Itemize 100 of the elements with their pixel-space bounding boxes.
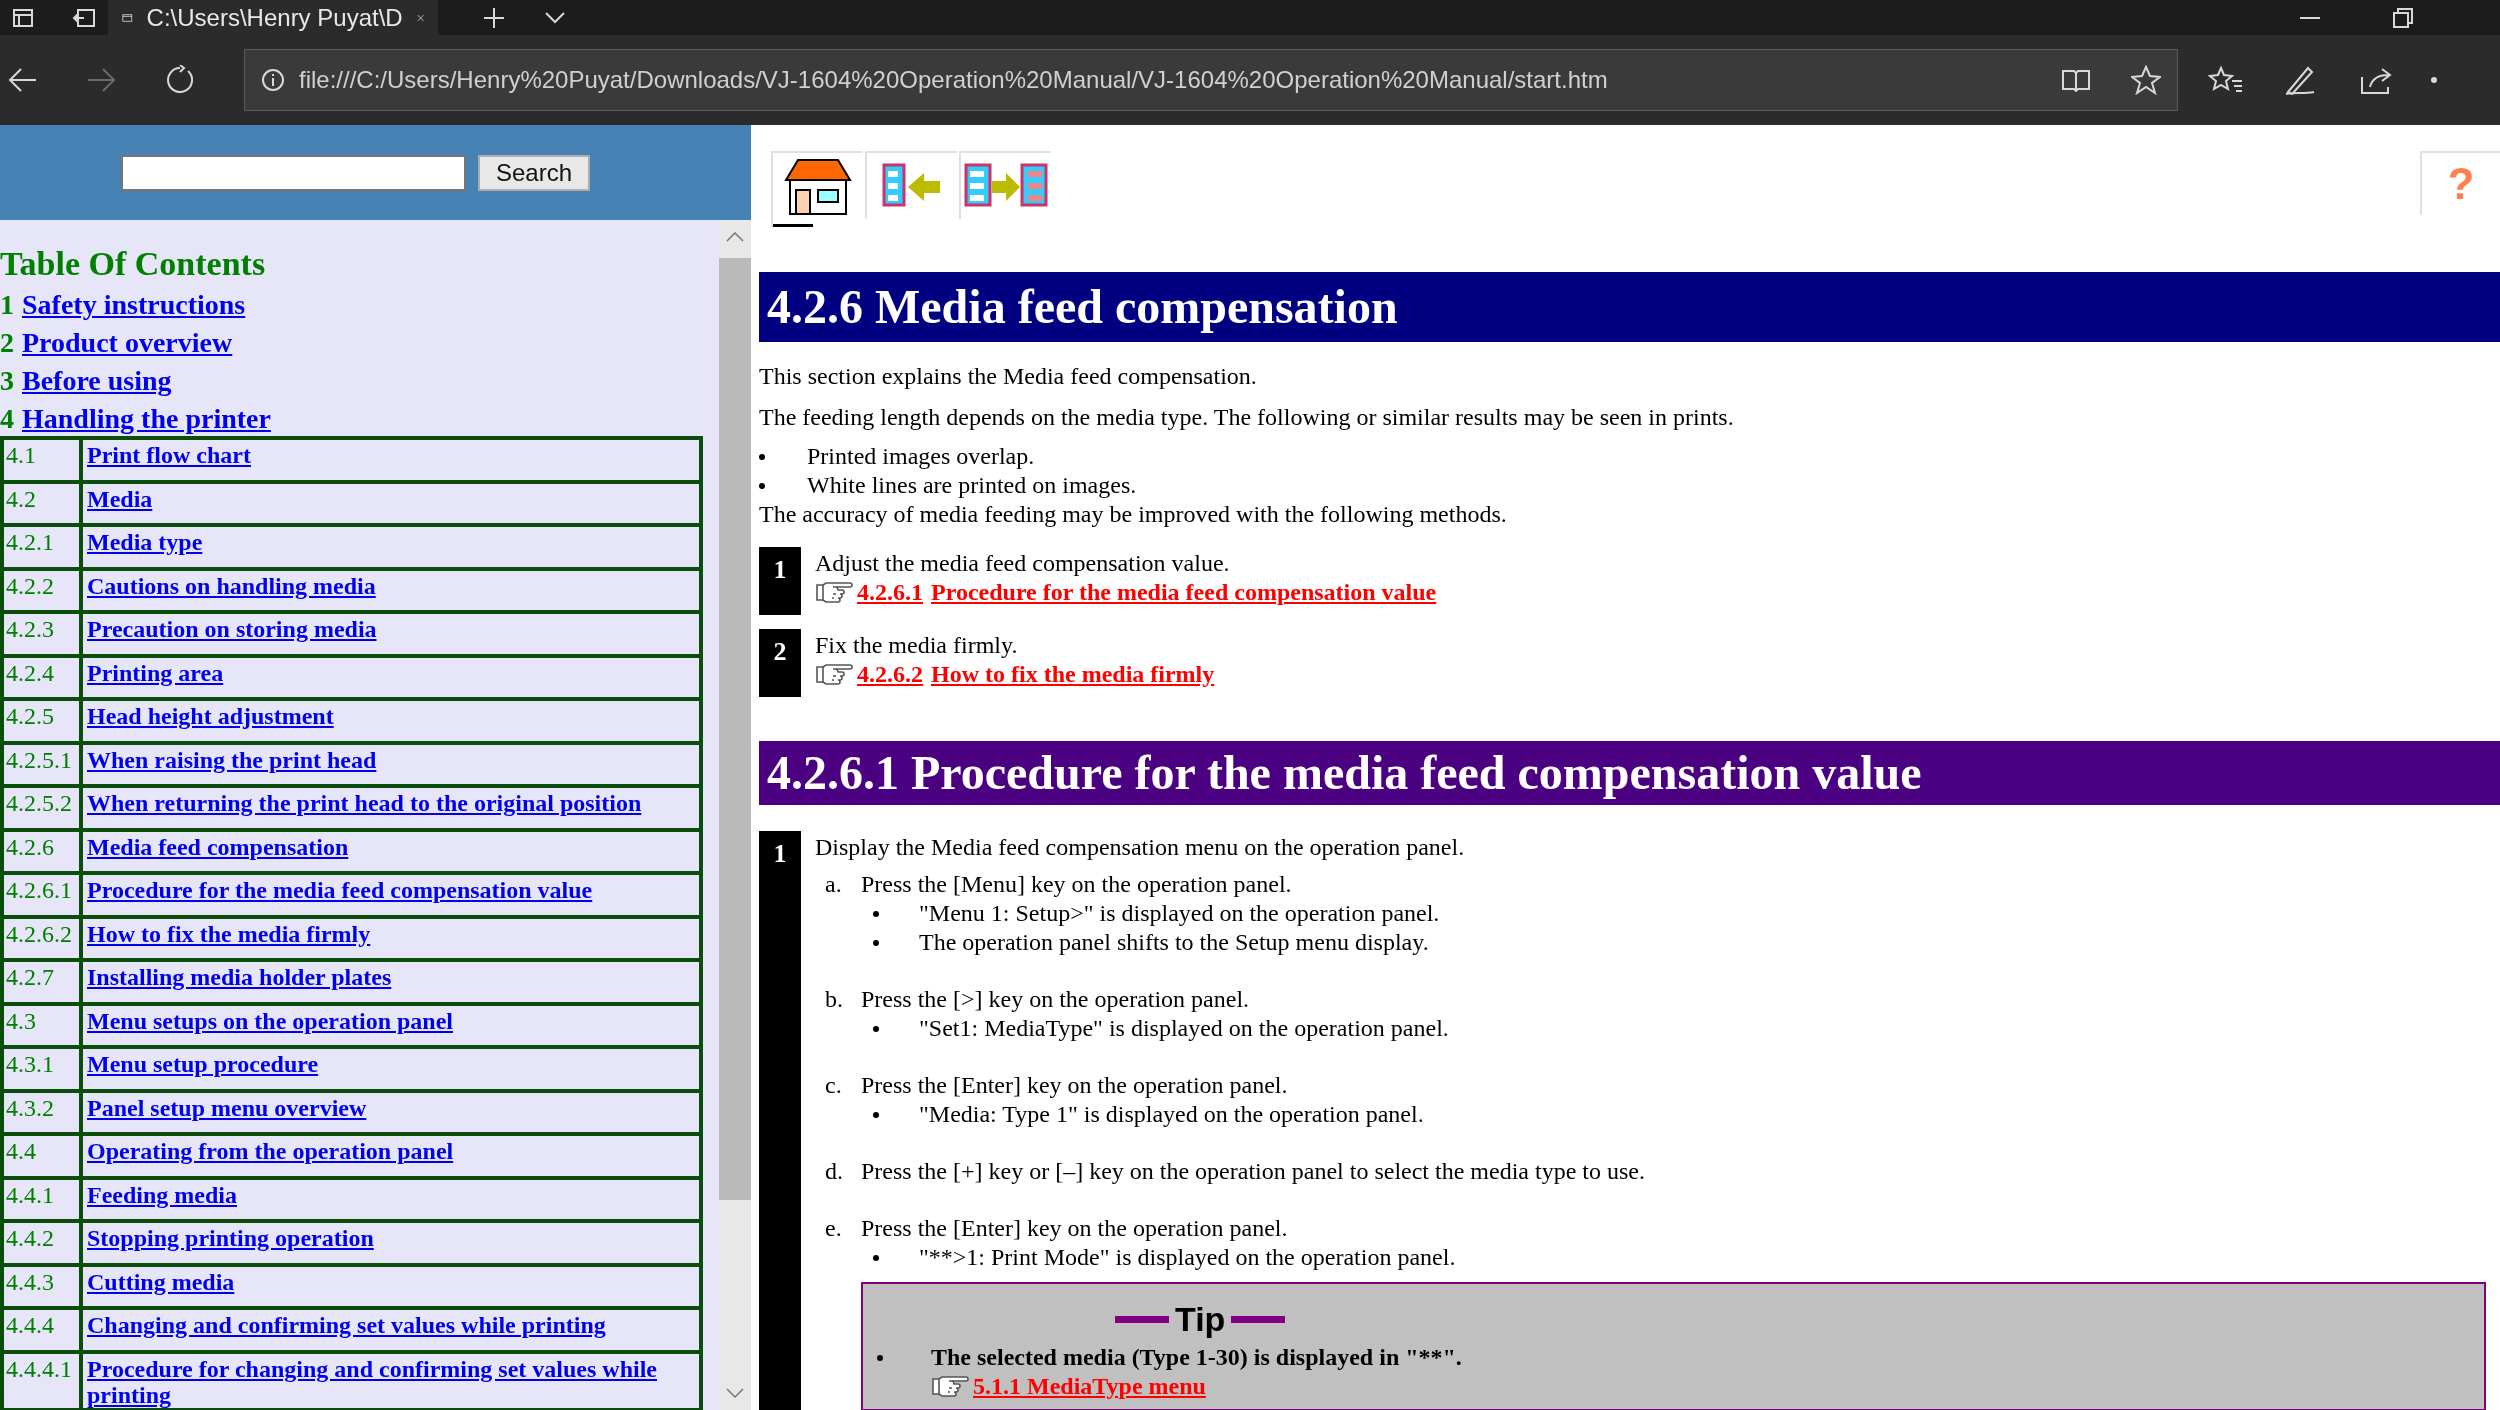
pointing-hand-icon xyxy=(931,1374,971,1399)
chapter-link[interactable]: Handling the printer xyxy=(22,400,271,438)
section-number: 4.2.7 xyxy=(2,960,81,1004)
substep-text: Press the [Enter] key on the operation panel. xyxy=(861,1214,1289,1243)
tab-list-icon[interactable] xyxy=(12,6,34,29)
search-field[interactable] xyxy=(121,154,466,191)
bullet-icon xyxy=(759,483,765,489)
section-number: 4.2.4 xyxy=(2,655,81,699)
section-heading: 4.2.6 Media feed compensation xyxy=(759,272,2500,342)
substep-text: Press the [+] key or [–] key on the operation panel to select the media type to use. xyxy=(861,1157,1645,1186)
section-number: 4.4.4.1 xyxy=(2,1351,81,1410)
tip-label: Tip xyxy=(1175,1300,1226,1339)
section-number: 4.4.1 xyxy=(2,1177,81,1221)
bullet-icon xyxy=(873,1255,879,1261)
tip-text: The selected media (Type 1-30) is displayed in "**". xyxy=(931,1343,1462,1372)
bullet-icon xyxy=(759,454,765,460)
bullet-text: "Media: Type 1" is displayed on the operation panel. xyxy=(919,1100,1424,1129)
step-text: Fix the media firmly. xyxy=(815,631,1019,660)
pointing-hand-icon xyxy=(815,662,855,687)
scrollbar[interactable] xyxy=(719,220,751,1410)
plus-icon[interactable] xyxy=(482,5,506,30)
substep-text: Press the [>] key on the operation panel. xyxy=(861,985,1251,1014)
step-letter: a. xyxy=(825,870,843,899)
bullet-text: White lines are printed on images. xyxy=(807,471,1137,500)
substep-text: Press the [Menu] key on the operation panel. xyxy=(861,870,1293,899)
chapter-number: 4 xyxy=(0,402,14,436)
minimize-icon[interactable] xyxy=(2300,15,2320,20)
scroll-down-icon[interactable] xyxy=(726,1388,744,1398)
chevron-down-icon[interactable] xyxy=(544,10,566,25)
step-number: 1 xyxy=(759,547,801,615)
step-number: 1 xyxy=(759,831,801,1410)
section-number: 4.4.3 xyxy=(2,1264,81,1308)
back-arrow-icon[interactable] xyxy=(8,67,38,93)
step-text: Adjust the media feed compensation value. xyxy=(815,549,1231,578)
bullet-icon xyxy=(873,940,879,946)
more-icon[interactable] xyxy=(2430,77,2440,83)
bullet-icon xyxy=(873,1112,879,1118)
reading-view-icon[interactable] xyxy=(2061,68,2091,92)
scrollbar-thumb[interactable] xyxy=(719,258,751,1200)
bullet-text: "Menu 1: Setup>" is displayed on the operation panel. xyxy=(919,899,1440,928)
section-number: 4.2.2 xyxy=(2,568,81,612)
chapter-link[interactable]: Product overview xyxy=(22,324,233,362)
section-number: 4.2.1 xyxy=(2,525,81,569)
paragraph: This section explains the Media feed compensation. xyxy=(759,362,1258,391)
step-letter: c. xyxy=(825,1071,843,1100)
paragraph: The accuracy of media feeding may be improved with the following methods. xyxy=(759,500,1508,529)
substep-text: Press the [Enter] key on the operation panel. xyxy=(861,1071,1289,1100)
star-icon[interactable] xyxy=(2131,65,2161,95)
favorites-icon[interactable] xyxy=(2208,65,2244,95)
chapter-number: 1 xyxy=(0,288,14,322)
paragraph: The feeding length depends on the media type. The following or similar results may be seen in prints. xyxy=(759,403,1735,432)
pointing-hand-icon xyxy=(815,580,855,605)
step-letter: d. xyxy=(825,1157,844,1186)
chapter-link[interactable]: Safety instructions xyxy=(22,286,246,324)
step-text: Display the Media feed compensation menu on the operation panel. xyxy=(815,833,1466,862)
browser-tab[interactable]: C:\Users\Henry Puyat\D xyxy=(108,0,438,35)
refresh-icon[interactable] xyxy=(166,65,196,95)
reference-link[interactable]: Procedure for the media feed compensation value xyxy=(931,578,1437,607)
toc-title: Table Of Contents xyxy=(0,244,267,284)
section-number: 4.1 xyxy=(2,438,81,482)
section-number: 4.3.1 xyxy=(2,1047,81,1091)
reference-link[interactable]: 4.2.6.1 xyxy=(857,578,923,607)
back-tabs-icon[interactable] xyxy=(72,6,96,29)
section-number: 4.2.3 xyxy=(2,612,81,656)
section-number: 4.2.6 xyxy=(2,829,81,873)
section-number: 4.2.5.1 xyxy=(2,742,81,786)
share-icon[interactable] xyxy=(2360,65,2394,95)
section-number: 4.2.5.2 xyxy=(2,786,81,830)
chapter-link[interactable]: Before using xyxy=(22,362,172,400)
address-bar[interactable]: file:///C:/Users/Henry%20Puyat/Downloads/VJ-1604%20Operation%20Manual/VJ-1604%20Operation%20Manual/start.htm xyxy=(244,49,2178,111)
scroll-up-icon[interactable] xyxy=(726,232,744,242)
section-number: 4.2.5 xyxy=(2,699,81,743)
bullet-text: Printed images overlap. xyxy=(807,442,1035,471)
home-button[interactable] xyxy=(771,151,863,227)
step-number: 2 xyxy=(759,629,801,697)
section-number: 4.4.4 xyxy=(2,1308,81,1352)
section-number: 4.4 xyxy=(2,1134,81,1178)
section-number: 4.2 xyxy=(2,481,81,525)
bullet-icon xyxy=(877,1355,883,1361)
section-number: 4.2.6.2 xyxy=(2,916,81,960)
reference-link[interactable]: How to fix the media firmly xyxy=(931,660,1215,689)
bullet-text: "Set1: MediaType" is displayed on the operation panel. xyxy=(919,1014,1449,1043)
step-letter: e. xyxy=(825,1214,843,1243)
section-number: 4.3 xyxy=(2,1003,81,1047)
chapter-number: 2 xyxy=(0,326,14,360)
section-number: 4.4.2 xyxy=(2,1221,81,1265)
section-number: 4.2.6.1 xyxy=(2,873,81,917)
step-letter: b. xyxy=(825,985,844,1014)
previous-page-button[interactable] xyxy=(865,151,957,219)
bullet-icon xyxy=(873,911,879,917)
next-page-button[interactable] xyxy=(959,151,1051,219)
reference-link[interactable]: 4.2.6.2 xyxy=(857,660,923,689)
info-icon[interactable] xyxy=(261,68,285,92)
chapter-number: 3 xyxy=(0,364,14,398)
bullet-icon xyxy=(873,1026,879,1032)
search-button[interactable]: Search xyxy=(478,154,590,191)
bullet-text: "**>1: Print Mode" is displayed on the operation panel. xyxy=(919,1243,1456,1272)
pen-icon[interactable] xyxy=(2284,64,2316,96)
section-number: 4.3.2 xyxy=(2,1090,81,1134)
restore-icon[interactable] xyxy=(2392,6,2414,29)
